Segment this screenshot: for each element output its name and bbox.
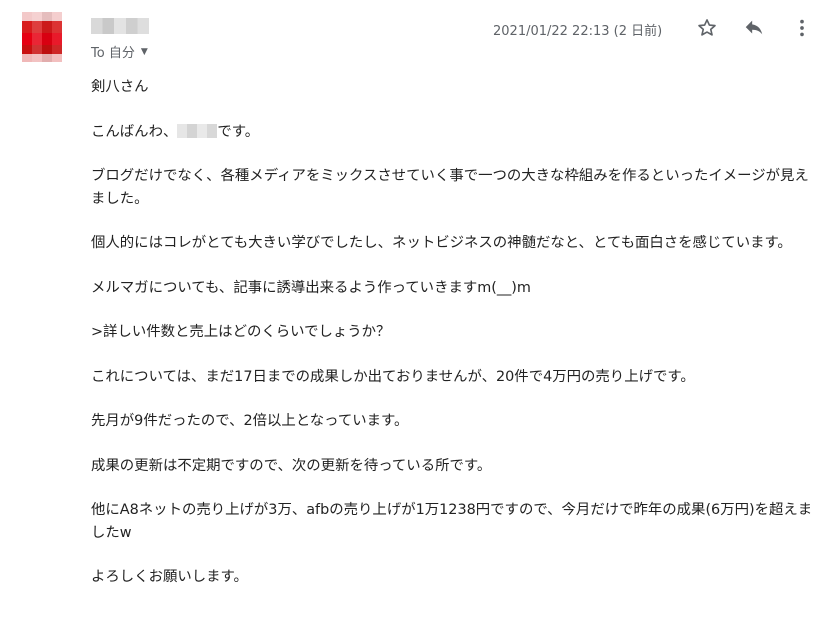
paragraph-6: 先月が9件だったので、2倍以上となっています。 [91, 413, 409, 429]
paragraph-1: ブログだけでなく、各種メディアをミックスさせていく事で一つの大きな枠組みを作ると… [91, 168, 809, 207]
sender-name-redacted[interactable] [91, 18, 149, 34]
paragraph-4: >詳しい件数と売上はどのくらいでしょうか？ [91, 324, 391, 340]
paragraph-8: 他にA8ネットの売り上げが3万、afbの売り上げが1万1238円ですので、今月だ… [91, 502, 813, 541]
intro-before: こんばんわ、 [91, 123, 178, 140]
paragraph-9: よろしくお願いします。 [91, 569, 248, 585]
more-vert-icon[interactable] [790, 16, 814, 40]
sender-avatar[interactable] [22, 12, 62, 62]
message-date: 2021/01/22 22:13 (2 日前) [493, 24, 663, 39]
intro-line: こんばんわ、 です。 [91, 121, 816, 144]
intro-after: です。 [217, 123, 260, 140]
paragraph-5: これについては、まだ17日までの成果しか出ておりませんが、20件で4万円の売り上… [91, 368, 695, 385]
paragraph-2: 個人的にはコレがとても大きい学びでしたし、ネットビジネスの神髄だなと、とても面白… [91, 235, 792, 251]
redacted-name [177, 123, 218, 138]
recipient-details[interactable]: To 自分 ▼ [91, 42, 148, 61]
greeting: 剣八さん [91, 79, 149, 95]
paragraph-7: 成果の更新は不定期ですので、次の更新を待っている所です。 [91, 457, 492, 474]
message-body: 剣八さん こんばんわ、 です。 ブログだけでなく、各種メディアをミックスさせていく… [91, 76, 816, 611]
paragraph-3: メルマガについても、記事に誘導出来るよう作っていきますm(__)m [91, 279, 531, 296]
reply-icon[interactable] [742, 16, 766, 40]
caret-down-icon[interactable]: ▼ [141, 47, 148, 57]
recipient-label: To 自分 [91, 46, 135, 61]
star-icon[interactable] [695, 16, 719, 40]
